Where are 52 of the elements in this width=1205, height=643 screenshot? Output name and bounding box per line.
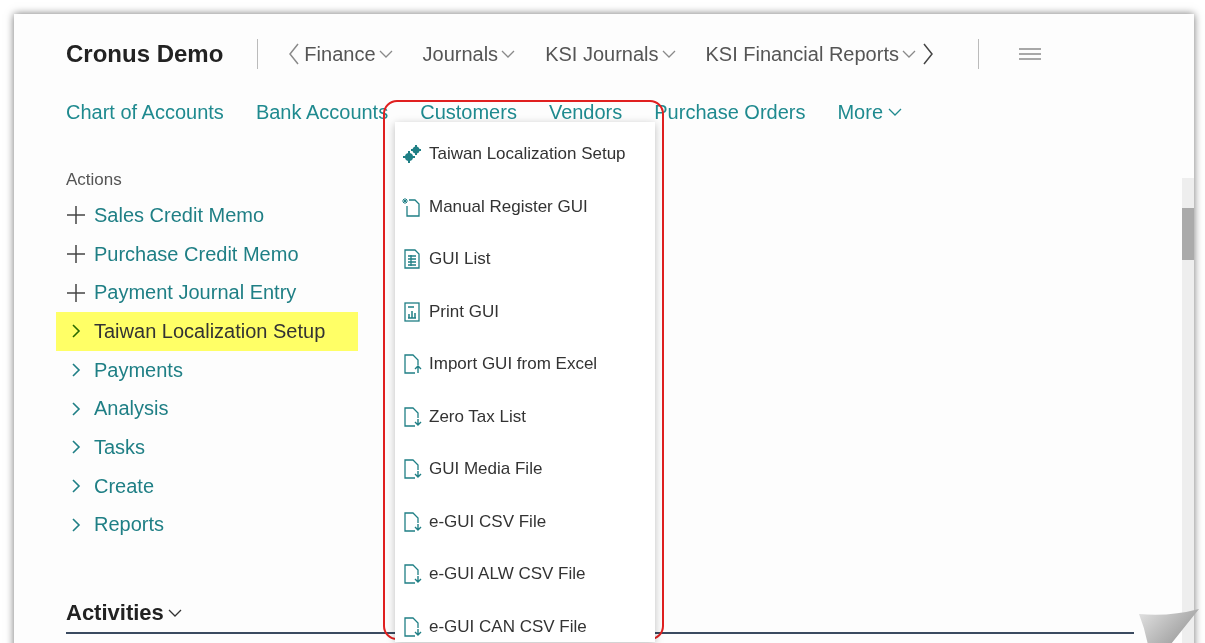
gears-icon — [402, 144, 422, 165]
scrollbar[interactable] — [1182, 178, 1194, 643]
chevron-right-icon — [71, 362, 81, 379]
chevron-right-icon — [71, 400, 81, 417]
new-document-icon — [402, 196, 422, 217]
action-item[interactable]: Payments — [56, 350, 195, 390]
chevron-right-icon — [71, 439, 81, 456]
menu-item[interactable]: e-GUI ALW CSV File — [395, 548, 655, 601]
action-item[interactable]: Reports — [56, 505, 177, 545]
nav-menu[interactable]: KSI Journals — [545, 42, 676, 66]
menu-item[interactable]: GUI Media File — [395, 443, 655, 496]
navigation-link[interactable]: Chart of Accounts — [66, 100, 224, 124]
report-icon — [402, 301, 422, 322]
company-name: Cronus Demo — [66, 40, 224, 68]
menu-item[interactable]: e-GUI CAN CSV File — [395, 600, 655, 643]
chevron-right-icon — [71, 323, 81, 340]
document-download-icon — [402, 616, 422, 637]
chevron-right-icon — [71, 516, 81, 533]
menu-item[interactable]: Manual Register GUI — [395, 180, 655, 233]
section-label: Actions — [66, 170, 123, 190]
menu-item[interactable]: Taiwan Localization Setup — [395, 128, 655, 181]
action-item[interactable]: Analysis — [56, 389, 181, 429]
action-item[interactable]: Create — [56, 466, 167, 506]
menu-icon[interactable] — [1018, 48, 1041, 60]
document-download-icon — [402, 406, 422, 427]
plus-icon — [66, 244, 86, 265]
action-item[interactable]: Sales Credit Memo — [56, 196, 277, 235]
menu-item[interactable]: e-GUI CSV File — [395, 495, 655, 548]
nav-menu[interactable]: Journals — [422, 42, 516, 66]
nav-menu[interactable]: KSI Financial Reports — [705, 42, 916, 66]
section-heading[interactable]: Activities — [66, 600, 182, 626]
menu-item[interactable]: Import GUI from Excel — [395, 338, 655, 391]
action-item[interactable]: Tasks — [56, 428, 158, 467]
plus-icon — [66, 282, 86, 303]
chevron-right-icon[interactable] — [921, 42, 934, 66]
plus-icon — [66, 205, 86, 226]
document-download-icon — [402, 564, 422, 585]
list-document-icon — [402, 249, 422, 270]
menu-item[interactable]: Zero Tax List — [395, 390, 655, 443]
document-download-icon — [402, 511, 422, 532]
chevron-left-icon[interactable] — [288, 42, 301, 66]
nav-menu[interactable]: Finance — [304, 42, 393, 66]
action-item[interactable]: Payment Journal Entry — [56, 273, 309, 313]
chevron-right-icon — [71, 478, 81, 495]
document-download-icon — [402, 459, 422, 480]
menu-item[interactable]: Print GUI — [395, 285, 655, 338]
navigation-link[interactable]: More — [837, 100, 903, 124]
menu-item[interactable]: GUI List — [395, 233, 655, 286]
caret-down-icon — [167, 609, 182, 617]
document-upload-icon — [402, 354, 422, 375]
action-item[interactable]: Taiwan Localization Setup — [56, 312, 358, 351]
action-item[interactable]: Purchase Credit Memo — [56, 234, 311, 274]
